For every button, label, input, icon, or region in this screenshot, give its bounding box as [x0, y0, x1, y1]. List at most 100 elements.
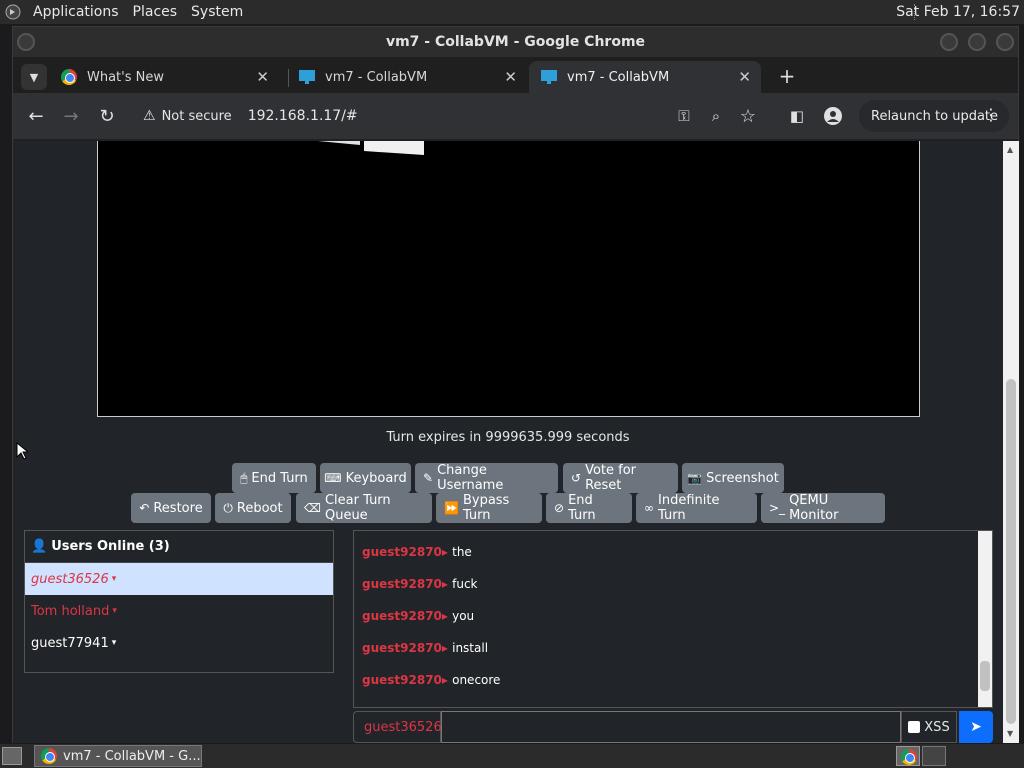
workspace-switcher[interactable]: [896, 746, 920, 766]
chat-input-row: guest36526 XSS ➤: [353, 711, 993, 743]
user-item[interactable]: guest36526 ▾: [25, 563, 333, 595]
reload-icon[interactable]: ↻: [94, 103, 120, 129]
chat-username-label: guest36526: [353, 711, 442, 743]
vote-reset-button[interactable]: ↺ Vote for Reset: [563, 463, 678, 493]
user-item[interactable]: Tom holland ▾: [25, 595, 333, 627]
chat-scroll-thumb[interactable]: [980, 661, 990, 691]
close-tab-icon[interactable]: ✕: [504, 68, 517, 86]
chrome-icon: [61, 69, 77, 85]
tab-vm7-1[interactable]: vm7 - CollabVM ✕: [287, 61, 527, 93]
tab-label: vm7 - CollabVM: [567, 69, 670, 85]
more-menu-icon[interactable]: ⋮: [983, 105, 999, 124]
fast-forward-icon: ⏩: [444, 501, 459, 515]
zoom-icon[interactable]: ⌕: [703, 103, 729, 129]
clock[interactable]: Sat Feb 17, 16:57: [896, 4, 1020, 20]
tab-vm7-active[interactable]: vm7 - CollabVM ✕: [529, 61, 761, 93]
screenshot-button[interactable]: 📷 Screenshot: [682, 463, 784, 493]
side-panel-icon[interactable]: ◧: [784, 103, 810, 129]
xss-toggle[interactable]: XSS: [901, 711, 957, 743]
camera-icon: 📷: [687, 471, 703, 485]
change-username-button[interactable]: ✎ Change Username: [415, 463, 558, 493]
taskbar-chrome-window[interactable]: vm7 - CollabVM - G...: [34, 745, 202, 767]
top-panel: Applications Places System Sat Feb 17, 1…: [0, 0, 1024, 24]
menu-places[interactable]: Places: [126, 4, 185, 20]
page-content: Turn expires in 9999635.999 seconds 🖱 End…: [13, 141, 1003, 743]
scroll-up-icon[interactable]: ▲: [1007, 145, 1013, 154]
tab-strip: ▼ What's New ✕ vm7 - CollabVM ✕ vm7 - Co…: [13, 57, 1018, 93]
profile-avatar-icon[interactable]: [820, 103, 846, 129]
user-item[interactable]: guest77941 ▾: [25, 627, 333, 659]
monitor-icon: [299, 70, 315, 84]
chrome-icon: [901, 749, 917, 765]
chat-panel: guest92870▸ the guest92870▸ fuck guest92…: [353, 530, 993, 708]
tab-label: What's New: [87, 69, 164, 85]
keyboard-button[interactable]: ⌨ Keyboard: [320, 463, 411, 493]
end-turn-admin-button[interactable]: ⊘ End Turn: [546, 493, 632, 523]
reboot-button[interactable]: ⏻ Reboot: [215, 493, 291, 523]
bypass-turn-button[interactable]: ⏩ Bypass Turn: [436, 493, 542, 523]
turn-status: Turn expires in 9999635.999 seconds: [386, 430, 630, 445]
chat-scrollbar[interactable]: [978, 531, 992, 707]
scroll-down-icon[interactable]: ▼: [1007, 729, 1013, 738]
restore-button[interactable]: ↶ Restore: [131, 493, 211, 523]
url-text[interactable]: 192.168.1.17/#: [248, 108, 358, 124]
maximize-icon[interactable]: [968, 33, 986, 51]
new-tab-plus-icon[interactable]: +: [773, 62, 801, 90]
user-icon: 👤: [31, 539, 48, 554]
terminal-icon: >_: [769, 501, 786, 515]
qemu-monitor-button[interactable]: >_ QEMU Monitor: [761, 493, 885, 523]
paper-plane-icon: ➤: [970, 719, 982, 735]
windows-logo-icon: [318, 141, 424, 155]
chat-message: guest92870▸ onecore: [362, 673, 501, 687]
back-arrow-icon[interactable]: ←: [23, 103, 49, 129]
chevron-down-icon: ▼: [29, 70, 39, 84]
caret-down-icon: ▾: [112, 606, 117, 616]
close-window-icon[interactable]: [996, 33, 1014, 51]
minimize-icon[interactable]: [940, 33, 958, 51]
forward-arrow-icon[interactable]: →: [58, 103, 84, 129]
menu-system[interactable]: System: [184, 4, 250, 20]
tab-search-button[interactable]: ▼: [21, 64, 47, 90]
send-button[interactable]: ➤: [959, 711, 993, 743]
security-label[interactable]: Not secure: [162, 109, 232, 124]
relaunch-button[interactable]: Relaunch to update ⋮: [859, 100, 1009, 132]
tab-label: vm7 - CollabVM: [325, 69, 428, 85]
bookmark-star-icon[interactable]: ☆: [735, 103, 761, 129]
mouse-cursor-icon: [16, 442, 28, 460]
show-desktop-icon[interactable]: [2, 747, 22, 765]
workspace-2[interactable]: [922, 746, 946, 766]
clear-turn-queue-button[interactable]: ⌫ Clear Turn Queue: [296, 493, 432, 523]
page-scrollbar[interactable]: ▲ ▼: [1003, 141, 1019, 743]
gnome-logo-icon[interactable]: [0, 0, 26, 24]
page-scroll-thumb[interactable]: [1006, 379, 1016, 724]
users-online-header: 👤 Users Online (3): [25, 531, 333, 563]
close-tab-icon[interactable]: ✕: [738, 68, 751, 86]
window-title: vm7 - CollabVM - Google Chrome: [385, 34, 646, 50]
warning-triangle-icon[interactable]: ⚠: [143, 108, 156, 124]
menu-applications[interactable]: Applications: [26, 4, 126, 20]
ban-icon: ⊘: [554, 501, 565, 515]
chrome-icon: [41, 748, 57, 764]
chat-input[interactable]: [441, 711, 901, 743]
infinity-icon: ∞: [644, 501, 654, 515]
mouse-icon: 🖱: [240, 470, 248, 485]
xss-checkbox[interactable]: [908, 721, 921, 733]
key-icon[interactable]: ⚿: [671, 103, 697, 129]
users-online-panel: 👤 Users Online (3) guest36526 ▾ Tom holla…: [24, 530, 334, 673]
close-tab-icon[interactable]: ✕: [256, 68, 269, 86]
eraser-icon: ⌫: [304, 501, 321, 515]
bottom-taskbar: vm7 - CollabVM - G...: [0, 744, 1024, 768]
end-turn-button[interactable]: 🖱 End Turn: [232, 463, 316, 493]
caret-down-icon: ▾: [111, 638, 117, 648]
indefinite-turn-button[interactable]: ∞ Indefinite Turn: [636, 493, 757, 523]
tab-whats-new[interactable]: What's New ✕: [49, 61, 279, 93]
chat-message: guest92870▸ fuck: [362, 577, 478, 591]
monitor-icon: [541, 70, 557, 84]
chat-message: guest92870▸ install: [362, 641, 489, 655]
window-titlebar[interactable]: vm7 - CollabVM - Google Chrome: [13, 27, 1018, 57]
vm-display[interactable]: [97, 141, 920, 417]
browser-toolbar: ← → ↻ ⚠ Not secure 192.168.1.17/# ⚿ ⌕ ☆ …: [13, 93, 1018, 139]
window-menu-icon[interactable]: [17, 33, 35, 51]
browser-window: vm7 - CollabVM - Google Chrome ▼ What's …: [12, 26, 1019, 743]
power-icon: ⏻: [223, 500, 233, 515]
